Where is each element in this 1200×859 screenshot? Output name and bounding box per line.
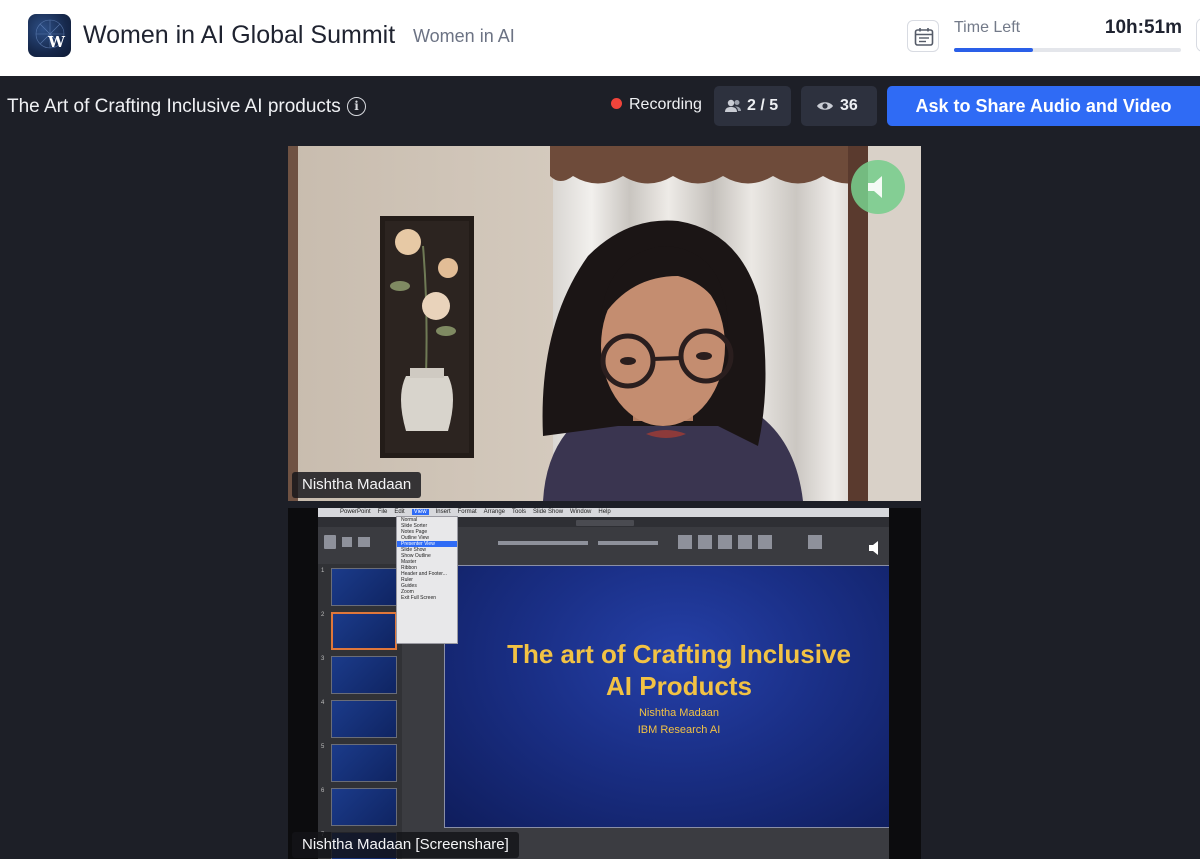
speaker-name-tag: Nishtha Madaan xyxy=(292,472,422,498)
recording-label: Recording xyxy=(629,96,702,113)
mac-menu-item: Help xyxy=(598,509,611,515)
mac-menu-item: Insert xyxy=(435,509,451,515)
slide-title-line-2: AI Products xyxy=(606,671,752,701)
slide-thumbnail-number: 3 xyxy=(321,656,325,662)
slide-thumbnail[interactable] xyxy=(331,700,397,738)
ask-to-share-button[interactable]: Ask to Share Audio and Video xyxy=(887,86,1200,126)
mac-menu-item: Edit xyxy=(394,509,405,515)
recording-indicator: Recording xyxy=(611,96,702,114)
time-left-value: 10h:51m xyxy=(1104,17,1182,38)
slide-thumbnail-number: 4 xyxy=(321,700,325,706)
info-icon[interactable]: i xyxy=(347,97,366,116)
slide-thumbnail-number: 2 xyxy=(321,612,325,618)
viewers-count: 36 xyxy=(840,97,858,114)
speaker-video-frame xyxy=(288,146,921,501)
slide-title-line-1: The art of Crafting Inclusive xyxy=(507,639,851,669)
time-left-progress-fill xyxy=(954,48,1034,52)
slide-affiliation: IBM Research AI xyxy=(637,724,721,736)
slide-thumbnail[interactable] xyxy=(331,788,397,826)
slide-thumbnail-number: 6 xyxy=(321,788,325,794)
screenshare-video-tile[interactable]: PowerPoint File Edit View Insert Format Arrang… xyxy=(288,508,921,859)
slide-thumbnail[interactable] xyxy=(331,744,397,782)
current-slide: The art of Crafting Inclusive AI Product… xyxy=(444,565,889,828)
session-title: The Art of Crafting Inclusive AI product… xyxy=(7,96,341,117)
screenshare-name-tag: Nishtha Madaan [Screenshare] xyxy=(292,832,519,858)
speaker-video-tile[interactable]: Nishtha Madaan xyxy=(288,146,921,501)
mac-menu-item: Format xyxy=(457,509,477,515)
calendar-icon xyxy=(914,28,934,46)
participants-button[interactable]: 2 / 5 xyxy=(714,86,791,126)
eye-icon xyxy=(817,102,833,110)
time-left-progress xyxy=(954,48,1181,52)
mac-menu-item: Tools xyxy=(512,509,527,515)
side-panel-toggle[interactable] xyxy=(1196,18,1200,52)
top-header: W Women in AI Global Summit Women in AI … xyxy=(0,0,1200,76)
shared-screen: PowerPoint File Edit View Insert Format Arrang… xyxy=(318,508,889,859)
event-logo[interactable]: W xyxy=(28,14,71,57)
view-dropdown-menu: Normal Slide Sorter Notes Page Outline View… xyxy=(396,516,458,644)
participants-count: 2 / 5 xyxy=(747,97,779,114)
mac-menu-item: Slide Show xyxy=(533,509,564,515)
view-menu-item: Exit Full Screen xyxy=(401,595,437,601)
mac-menu-item: Window xyxy=(570,509,592,515)
event-title: Women in AI Global Summit xyxy=(83,21,396,49)
slide-title: The art of Crafting Inclusive AI Product… xyxy=(445,638,889,702)
logo-letter: W xyxy=(48,33,65,51)
slide-thumbnail-panel[interactable]: 1234567 xyxy=(318,564,402,859)
recording-dot-icon xyxy=(611,98,622,109)
mac-menu-item: View xyxy=(411,509,429,515)
organizer-link[interactable]: Women in AI xyxy=(413,26,515,47)
slide-thumbnail[interactable] xyxy=(331,656,397,694)
people-icon xyxy=(725,99,741,112)
mac-menu-item: File xyxy=(377,509,388,515)
slide-editor: The art of Crafting Inclusive AI Product… xyxy=(402,564,889,859)
time-left-label: Time Left xyxy=(954,19,1021,36)
slide-thumbnail[interactable] xyxy=(331,612,397,650)
slide-thumbnail-number: 1 xyxy=(321,568,325,574)
calendar-button[interactable] xyxy=(907,20,939,52)
mac-menu-item: PowerPoint xyxy=(340,509,371,515)
slide-thumbnail[interactable] xyxy=(331,568,397,606)
slide-thumbnail-number: 5 xyxy=(321,744,325,750)
slide-author: Nishtha Madaan xyxy=(638,707,720,719)
speaking-indicator xyxy=(851,160,905,214)
mac-menu-item: Arrange xyxy=(483,509,505,515)
speaker-icon xyxy=(868,176,882,198)
screenshare-audio-icon[interactable] xyxy=(866,538,886,558)
viewers-button[interactable]: 36 xyxy=(801,86,877,126)
